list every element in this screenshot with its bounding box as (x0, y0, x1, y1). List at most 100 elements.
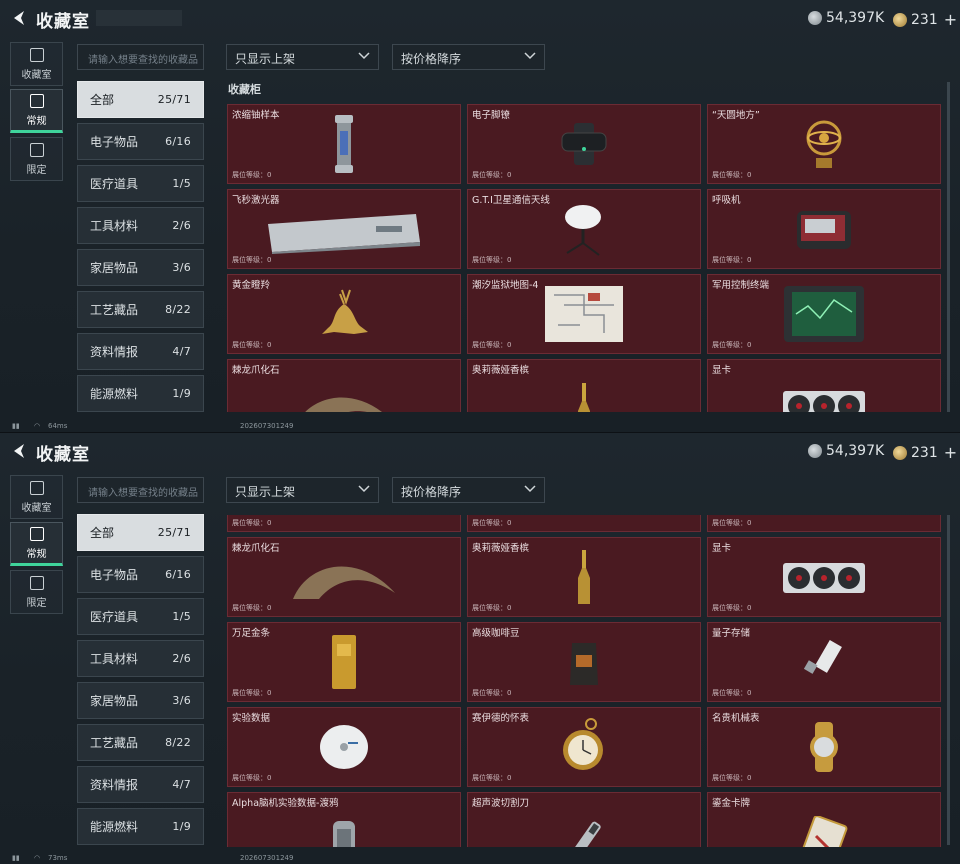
chevron-down-icon (524, 485, 536, 493)
armillary-sphere-icon (806, 120, 842, 168)
item-card[interactable]: 飞秒激光器 展位等级：0 (227, 189, 461, 269)
nav-regular[interactable]: 常规 (10, 522, 63, 566)
item-card[interactable]: 赛伊德的怀表 展位等级：0 (467, 707, 701, 787)
sort-dropdown[interactable]: 按价格降序 (392, 477, 545, 503)
level-label: 展位等级：0 (472, 256, 512, 264)
item-card[interactable]: 棘龙爪化石 展位等级：0 (227, 537, 461, 617)
category-crafts[interactable]: 工艺藏品 8/22 (77, 291, 204, 328)
scrollbar[interactable] (947, 82, 950, 412)
level-label: 展位等级：0 (712, 519, 752, 527)
item-card[interactable]: 鎏金卡牌 展位等级：0 (707, 792, 941, 847)
category-home[interactable]: 家居物品 3/6 (77, 249, 204, 286)
wifi-icon: ◠ (34, 854, 41, 862)
item-name: 鎏金卡牌 (712, 798, 751, 809)
image-icon (29, 93, 44, 108)
category-energy[interactable]: 能源燃料 1/9 (77, 375, 204, 412)
nav-regular[interactable]: 常规 (10, 89, 63, 133)
coin-amount: 54,397K (826, 443, 885, 459)
category-energy[interactable]: 能源燃料 1/9 (77, 808, 204, 845)
nav-label: 常规 (26, 548, 47, 560)
item-card[interactable]: 展位等级：0 (227, 515, 461, 532)
photo-icon (29, 575, 44, 590)
category-intel[interactable]: 资料情报 4/7 (77, 333, 204, 370)
chevron-down-icon (358, 52, 370, 60)
gem-amount: 231 (911, 11, 938, 28)
ultrasonic-knife-icon (566, 821, 601, 847)
nav-collection[interactable]: 收藏室 (10, 475, 63, 519)
item-card[interactable]: 显卡 展位等级：0 (707, 359, 941, 412)
category-all[interactable]: 全部 25/71 (77, 514, 204, 551)
gem-balance[interactable]: 231 + (893, 443, 957, 462)
coffee-bag-icon (570, 643, 598, 685)
ping-label: 73ms (48, 854, 68, 862)
item-card[interactable]: 黄金瞪羚 展位等级：0 (227, 274, 461, 354)
item-card[interactable]: Alpha脑机实验数据-渡鸦 展位等级：0 (227, 792, 461, 847)
chevron-down-icon (524, 52, 536, 60)
item-name: 显卡 (712, 365, 732, 376)
item-card[interactable]: 显卡 展位等级：0 (707, 537, 941, 617)
item-card[interactable]: 棘龙爪化石 展位等级：0 (227, 359, 461, 412)
category-all[interactable]: 全部 25/71 (77, 81, 204, 118)
category-home[interactable]: 家居物品 3/6 (77, 682, 204, 719)
category-crafts[interactable]: 工艺藏品 8/22 (77, 724, 204, 761)
level-label: 展位等级：0 (712, 341, 752, 349)
item-card[interactable]: 军用控制终端 展位等级：0 (707, 274, 941, 354)
shelf-filter-dropdown[interactable]: 只显示上架 (226, 477, 379, 503)
category-label: 电子物品 (90, 135, 139, 149)
back-arrow-icon[interactable] (10, 442, 28, 460)
session-id: 202607301249 (240, 422, 294, 430)
level-label: 展位等级：0 (712, 774, 752, 782)
category-electronics[interactable]: 电子物品 6/16 (77, 556, 204, 593)
item-card[interactable]: 奥莉薇娅香槟 展位等级：0 (467, 537, 701, 617)
item-card[interactable]: “天圆地方” 展位等级：0 (707, 104, 941, 184)
add-gem-icon[interactable]: + (944, 10, 957, 29)
item-name: 名贵机械表 (712, 713, 760, 724)
gem-balance[interactable]: 231 + (893, 10, 957, 29)
nav-limited[interactable]: 限定 (10, 137, 63, 181)
item-card[interactable]: 浓缩铀样本 展位等级：0 (227, 104, 461, 184)
category-tools[interactable]: 工具材料 2/6 (77, 207, 204, 244)
item-card[interactable]: 展位等级：0 (707, 515, 941, 532)
category-tools[interactable]: 工具材料 2/6 (77, 640, 204, 677)
item-card[interactable]: 实验数据 展位等级：0 (227, 707, 461, 787)
page-title: 收藏室 (36, 445, 90, 465)
item-name: 显卡 (712, 543, 732, 554)
item-card[interactable]: 奥莉薇娅香槟 展位等级：0 (467, 359, 701, 412)
search-input[interactable]: 请输入想要查找的收藏品 (77, 44, 204, 70)
level-label: 展位等级：0 (472, 171, 512, 179)
category-medical[interactable]: 医疗道具 1/5 (77, 598, 204, 635)
category-count: 4/7 (172, 345, 191, 358)
nav-label: 限定 (26, 164, 47, 176)
cd-disc-icon (320, 725, 368, 769)
sort-dropdown[interactable]: 按价格降序 (392, 44, 545, 70)
item-card[interactable]: 潮汐监狱地图-4 展位等级：0 (467, 274, 701, 354)
back-arrow-icon[interactable] (10, 9, 28, 27)
add-gem-icon[interactable]: + (944, 443, 957, 462)
session-id: 202607301249 (240, 854, 294, 862)
category-electronics[interactable]: 电子物品 6/16 (77, 123, 204, 160)
item-card[interactable]: G.T.I卫星通信天线 展位等级：0 (467, 189, 701, 269)
item-card[interactable]: 超声波切割刀 展位等级：0 (467, 792, 701, 847)
shelf-filter-dropdown[interactable]: 只显示上架 (226, 44, 379, 70)
item-card[interactable]: 万足金条 展位等级：0 (227, 622, 461, 702)
item-card[interactable]: 高级咖啡豆 展位等级：0 (467, 622, 701, 702)
category-medical[interactable]: 医疗道具 1/5 (77, 165, 204, 202)
category-label: 工具材料 (90, 652, 139, 666)
category-intel[interactable]: 资料情报 4/7 (77, 766, 204, 803)
battery-icon: ▮▮ (12, 854, 20, 862)
item-card[interactable]: 量子存储 展位等级：0 (707, 622, 941, 702)
category-label: 家居物品 (90, 694, 139, 708)
scrollbar[interactable] (947, 515, 950, 845)
search-input[interactable]: 请输入想要查找的收藏品 (77, 477, 204, 503)
coin-balance: 54,397K (808, 10, 884, 26)
category-label: 电子物品 (90, 568, 139, 582)
nav-limited[interactable]: 限定 (10, 570, 63, 614)
item-card[interactable]: 电子脚镣 展位等级：0 (467, 104, 701, 184)
item-card[interactable]: 名贵机械表 展位等级：0 (707, 707, 941, 787)
category-label: 全部 (90, 93, 115, 107)
nav-collection[interactable]: 收藏室 (10, 42, 63, 86)
item-card[interactable]: 展位等级：0 (467, 515, 701, 532)
item-card[interactable]: 呼吸机 展位等级：0 (707, 189, 941, 269)
category-count: 2/6 (172, 219, 191, 232)
item-name: 军用控制终端 (712, 280, 770, 291)
